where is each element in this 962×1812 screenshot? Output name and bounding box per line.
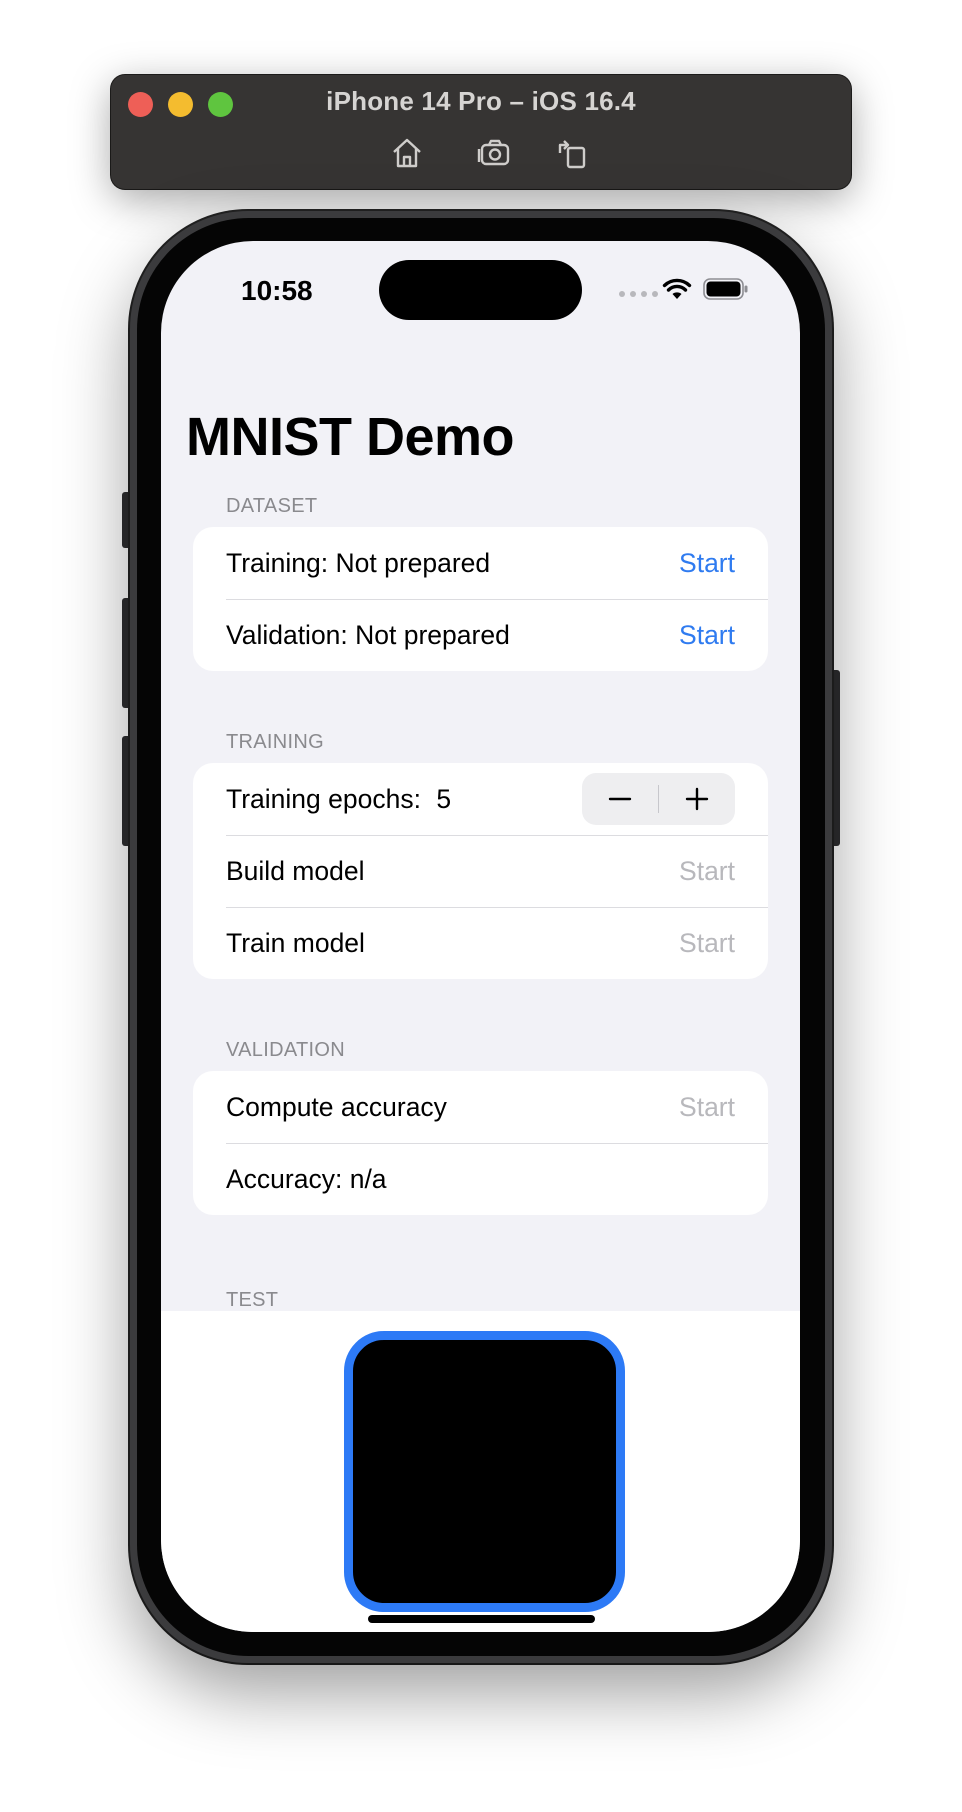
home-icon[interactable] xyxy=(389,135,425,171)
list-item: Train model Start xyxy=(193,907,768,979)
list-item: Validation: Not prepared Start xyxy=(193,599,768,671)
accuracy-value-label: Accuracy: n/a xyxy=(226,1163,387,1194)
rotate-icon[interactable] xyxy=(554,135,590,171)
compute-accuracy-start-button[interactable]: Start xyxy=(679,1092,735,1123)
dataset-card: Training: Not prepared Start Validation:… xyxy=(193,527,768,671)
training-status-label: Training: Not prepared xyxy=(226,547,491,578)
cellular-signal-icon xyxy=(619,291,658,297)
section-header-training: TRAINING xyxy=(226,731,324,753)
epochs-stepper xyxy=(582,773,735,825)
list-item: Accuracy: n/a xyxy=(193,1143,768,1215)
plus-icon xyxy=(685,787,709,811)
phone-screen: 10:58 MNIST Demo DATASET Training: Not p… xyxy=(161,241,800,1632)
simulator-title: iPhone 14 Pro – iOS 16.4 xyxy=(326,86,636,116)
build-model-label: Build model xyxy=(226,855,365,886)
dynamic-island xyxy=(379,260,582,320)
digit-drawing-canvas[interactable] xyxy=(344,1331,625,1612)
epochs-value: 5 xyxy=(436,783,452,814)
compute-accuracy-label: Compute accuracy xyxy=(226,1091,447,1122)
section-header-validation: VALIDATION xyxy=(226,1039,345,1061)
validation-card: Compute accuracy Start Accuracy: n/a xyxy=(193,1071,768,1215)
minus-icon xyxy=(608,797,632,801)
section-header-dataset: DATASET xyxy=(226,495,318,517)
epochs-label: Training epochs: xyxy=(226,783,421,814)
list-item: Build model Start xyxy=(193,835,768,907)
build-model-start-button[interactable]: Start xyxy=(679,856,735,887)
training-card: Training epochs: 5 Build model Start Tra… xyxy=(193,763,768,979)
list-item: Training epochs: 5 xyxy=(193,763,768,835)
prepare-training-start-button[interactable]: Start xyxy=(679,548,735,579)
screenshot-icon[interactable] xyxy=(476,135,512,171)
list-item: Training: Not prepared Start xyxy=(193,527,768,599)
list-item: Compute accuracy Start xyxy=(193,1071,768,1143)
train-model-start-button[interactable]: Start xyxy=(679,928,735,959)
power-button xyxy=(831,670,840,846)
section-header-test: TEST xyxy=(226,1289,279,1311)
battery-icon xyxy=(703,278,748,300)
home-indicator[interactable] xyxy=(368,1615,595,1623)
wifi-icon xyxy=(662,278,692,299)
page-title: MNIST Demo xyxy=(186,407,515,467)
train-model-label: Train model xyxy=(226,927,365,958)
stepper-decrement-button[interactable] xyxy=(582,773,658,825)
epochs-row-label: Training epochs: 5 xyxy=(226,784,582,815)
validation-status-label: Validation: Not prepared xyxy=(226,619,510,650)
prepare-validation-start-button[interactable]: Start xyxy=(679,620,735,651)
stepper-increment-button[interactable] xyxy=(659,773,735,825)
status-time: 10:58 xyxy=(241,275,313,306)
